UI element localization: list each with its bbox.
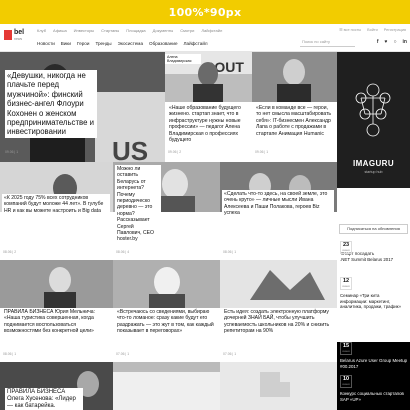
- login-link[interactable]: Войти: [367, 28, 378, 32]
- main-nav-item[interactable]: Экосистема: [118, 41, 143, 46]
- imaguru-logo-icon: [355, 83, 391, 137]
- article-title[interactable]: ПРАВИЛА БИЗНЕСА Олега Хусенова: «Лидер —…: [5, 388, 83, 410]
- article-card[interactable]: [113, 362, 220, 410]
- article-card[interactable]: ПРАВИЛА БИЗНЕСА Олега Хусенова: «Лидер —…: [0, 362, 113, 410]
- article-meta: 08.06 | 2: [3, 250, 17, 254]
- ad-banner-label: 100%*90px: [168, 5, 242, 19]
- search-input[interactable]: Поиск по сайту: [300, 39, 355, 47]
- top-nav-item[interactable]: Площадка: [126, 28, 145, 33]
- article-card[interactable]: «К 2025 году 75% всех сотрудников компан…: [0, 162, 113, 260]
- article-card[interactable]: Можно ли оставить Беларусь от интернета?…: [113, 162, 220, 260]
- event-date: 23 июня: [340, 241, 352, 254]
- article-meta: 08.06 | 1: [3, 352, 17, 356]
- article-title[interactable]: «Если в команде все — герои, то нет смыс…: [254, 104, 334, 139]
- logo-sub: news: [14, 37, 23, 41]
- article-card[interactable]: «Если в команде все — герои, то нет смыс…: [252, 52, 337, 162]
- top-nav-item[interactable]: Инвесторы: [74, 28, 95, 33]
- main-nav: Новости Вики Герои Тренды Экосистема Обр…: [37, 41, 208, 46]
- top-nav-item[interactable]: Клуб: [37, 28, 46, 33]
- event-month: июня: [342, 284, 350, 288]
- events-dark-panel: 15 июня Belarus Azure User Group Meetup …: [337, 342, 410, 410]
- social-links: f ♥ ○ in: [377, 39, 407, 45]
- article-title[interactable]: «К 2025 году 75% всех сотрудников компан…: [2, 194, 110, 216]
- article-meta: 09.06 | 2: [168, 150, 182, 154]
- article-title[interactable]: Можно ли оставить Беларусь от интернета?…: [115, 165, 161, 244]
- vk-icon[interactable]: ♥: [385, 39, 388, 45]
- event-date: 10 июня: [340, 375, 352, 388]
- imaguru-title: IMAGURU: [352, 159, 395, 168]
- article-card[interactable]: Есть идея: создать электронную платформу…: [220, 260, 337, 362]
- article-card[interactable]: US «Девушки, никогда не плачьте перед му…: [0, 52, 165, 162]
- article-meta: 08.06 | 4: [116, 250, 130, 254]
- event-month: июня: [342, 248, 350, 252]
- event-date: 15 июня: [340, 342, 352, 355]
- event-title[interactable]: Belarus Azure User Group Meetup #00.2017: [340, 358, 408, 369]
- article-meta: 09.06 | 1: [5, 150, 19, 154]
- article-title[interactable]: ПРАВИЛА БИЗНЕСА Юрия Мельнича: «Наша тур…: [2, 308, 110, 336]
- event-title[interactable]: Семинар «Три кита информации: маркетинг,…: [340, 293, 408, 310]
- article-card[interactable]: ПРАВИЛА БИЗНЕСА Юрия Мельнича: «Наша тур…: [0, 260, 113, 362]
- main-nav-item[interactable]: Образование: [149, 41, 177, 46]
- event-title[interactable]: .NET Summit Belarus 2017: [340, 257, 408, 263]
- logo-mark-icon: [4, 30, 12, 40]
- top-nav-item[interactable]: Афиша: [53, 28, 67, 33]
- article-meta: 07.06 | 1: [116, 352, 130, 356]
- imaguru-banner[interactable]: IMAGURU startup hub: [337, 52, 410, 188]
- article-card[interactable]: «Встречаюсь со сведениями, выбираю что-т…: [113, 260, 220, 362]
- logo-name: bel: [14, 29, 25, 36]
- event-month: июня: [342, 382, 350, 386]
- all-posts-link[interactable]: ☰ все посты: [339, 27, 361, 32]
- account-links: ☰ все посты Войти Регистрация: [339, 27, 406, 33]
- ad-banner[interactable]: 100%*90px: [0, 0, 410, 24]
- main-nav-item[interactable]: Лайфстайл: [184, 41, 208, 46]
- photo-name-label: Алена Владимирская: [165, 54, 201, 65]
- article-card[interactable]: SOUT Алена Владимирская «Наше образовани…: [165, 52, 252, 162]
- main-nav-item[interactable]: Новости: [37, 41, 55, 46]
- article-photo: [113, 362, 220, 410]
- top-nav-item[interactable]: Стартапы: [101, 28, 119, 33]
- article-meta: 08.06 | 1: [223, 250, 237, 254]
- sidebar: IMAGURU startup hub Подписаться на обнов…: [337, 52, 410, 410]
- article-title[interactable]: «Наше образование будущего жизнено. стар…: [167, 104, 249, 145]
- article-title[interactable]: Есть идея: создать электронную платформу…: [222, 308, 334, 336]
- article-card[interactable]: «Сделать что-то здесь, на своей земле, э…: [220, 162, 337, 260]
- event-title[interactable]: Конкурс социальных стартапов SAP «UP»: [340, 391, 408, 402]
- odnoklassniki-icon[interactable]: ○: [394, 39, 397, 45]
- subscribe-button[interactable]: Подписаться на обновления: [339, 224, 408, 234]
- site-header: bel news Клуб Афиша Инвесторы Стартапы П…: [0, 24, 410, 52]
- event-date: 12 июня: [340, 277, 352, 290]
- svg-text:US: US: [112, 136, 148, 162]
- main-nav-item[interactable]: Герои: [77, 41, 89, 46]
- top-nav-item[interactable]: Лайфстайл: [201, 28, 222, 33]
- linkedin-icon[interactable]: in: [403, 39, 407, 45]
- article-title[interactable]: «Сделать что-то здесь, на своей земле, э…: [222, 190, 334, 218]
- register-link[interactable]: Регистрация: [384, 28, 406, 32]
- main-nav-item[interactable]: Тренды: [95, 41, 111, 46]
- article-title[interactable]: «Встречаюсь со сведениями, выбираю что-т…: [115, 308, 218, 336]
- imaguru-subtitle: startup hub: [364, 170, 383, 174]
- article-meta: 07.06 | 1: [223, 352, 237, 356]
- article-card[interactable]: [220, 362, 337, 410]
- article-title[interactable]: «Девушки, никогда не плачьте перед мужчи…: [5, 70, 97, 138]
- main-nav-item[interactable]: Вики: [61, 41, 71, 46]
- event-month: июня: [342, 349, 350, 353]
- article-meta: 09.06 | 1: [255, 150, 269, 154]
- site-logo[interactable]: bel news: [4, 28, 30, 50]
- top-nav-item[interactable]: Документы: [153, 28, 174, 33]
- facebook-icon[interactable]: f: [377, 39, 379, 45]
- article-photo: [220, 362, 337, 410]
- top-nav-item[interactable]: Смотри: [180, 28, 194, 33]
- top-nav: Клуб Афиша Инвесторы Стартапы Площадка Д…: [37, 28, 222, 33]
